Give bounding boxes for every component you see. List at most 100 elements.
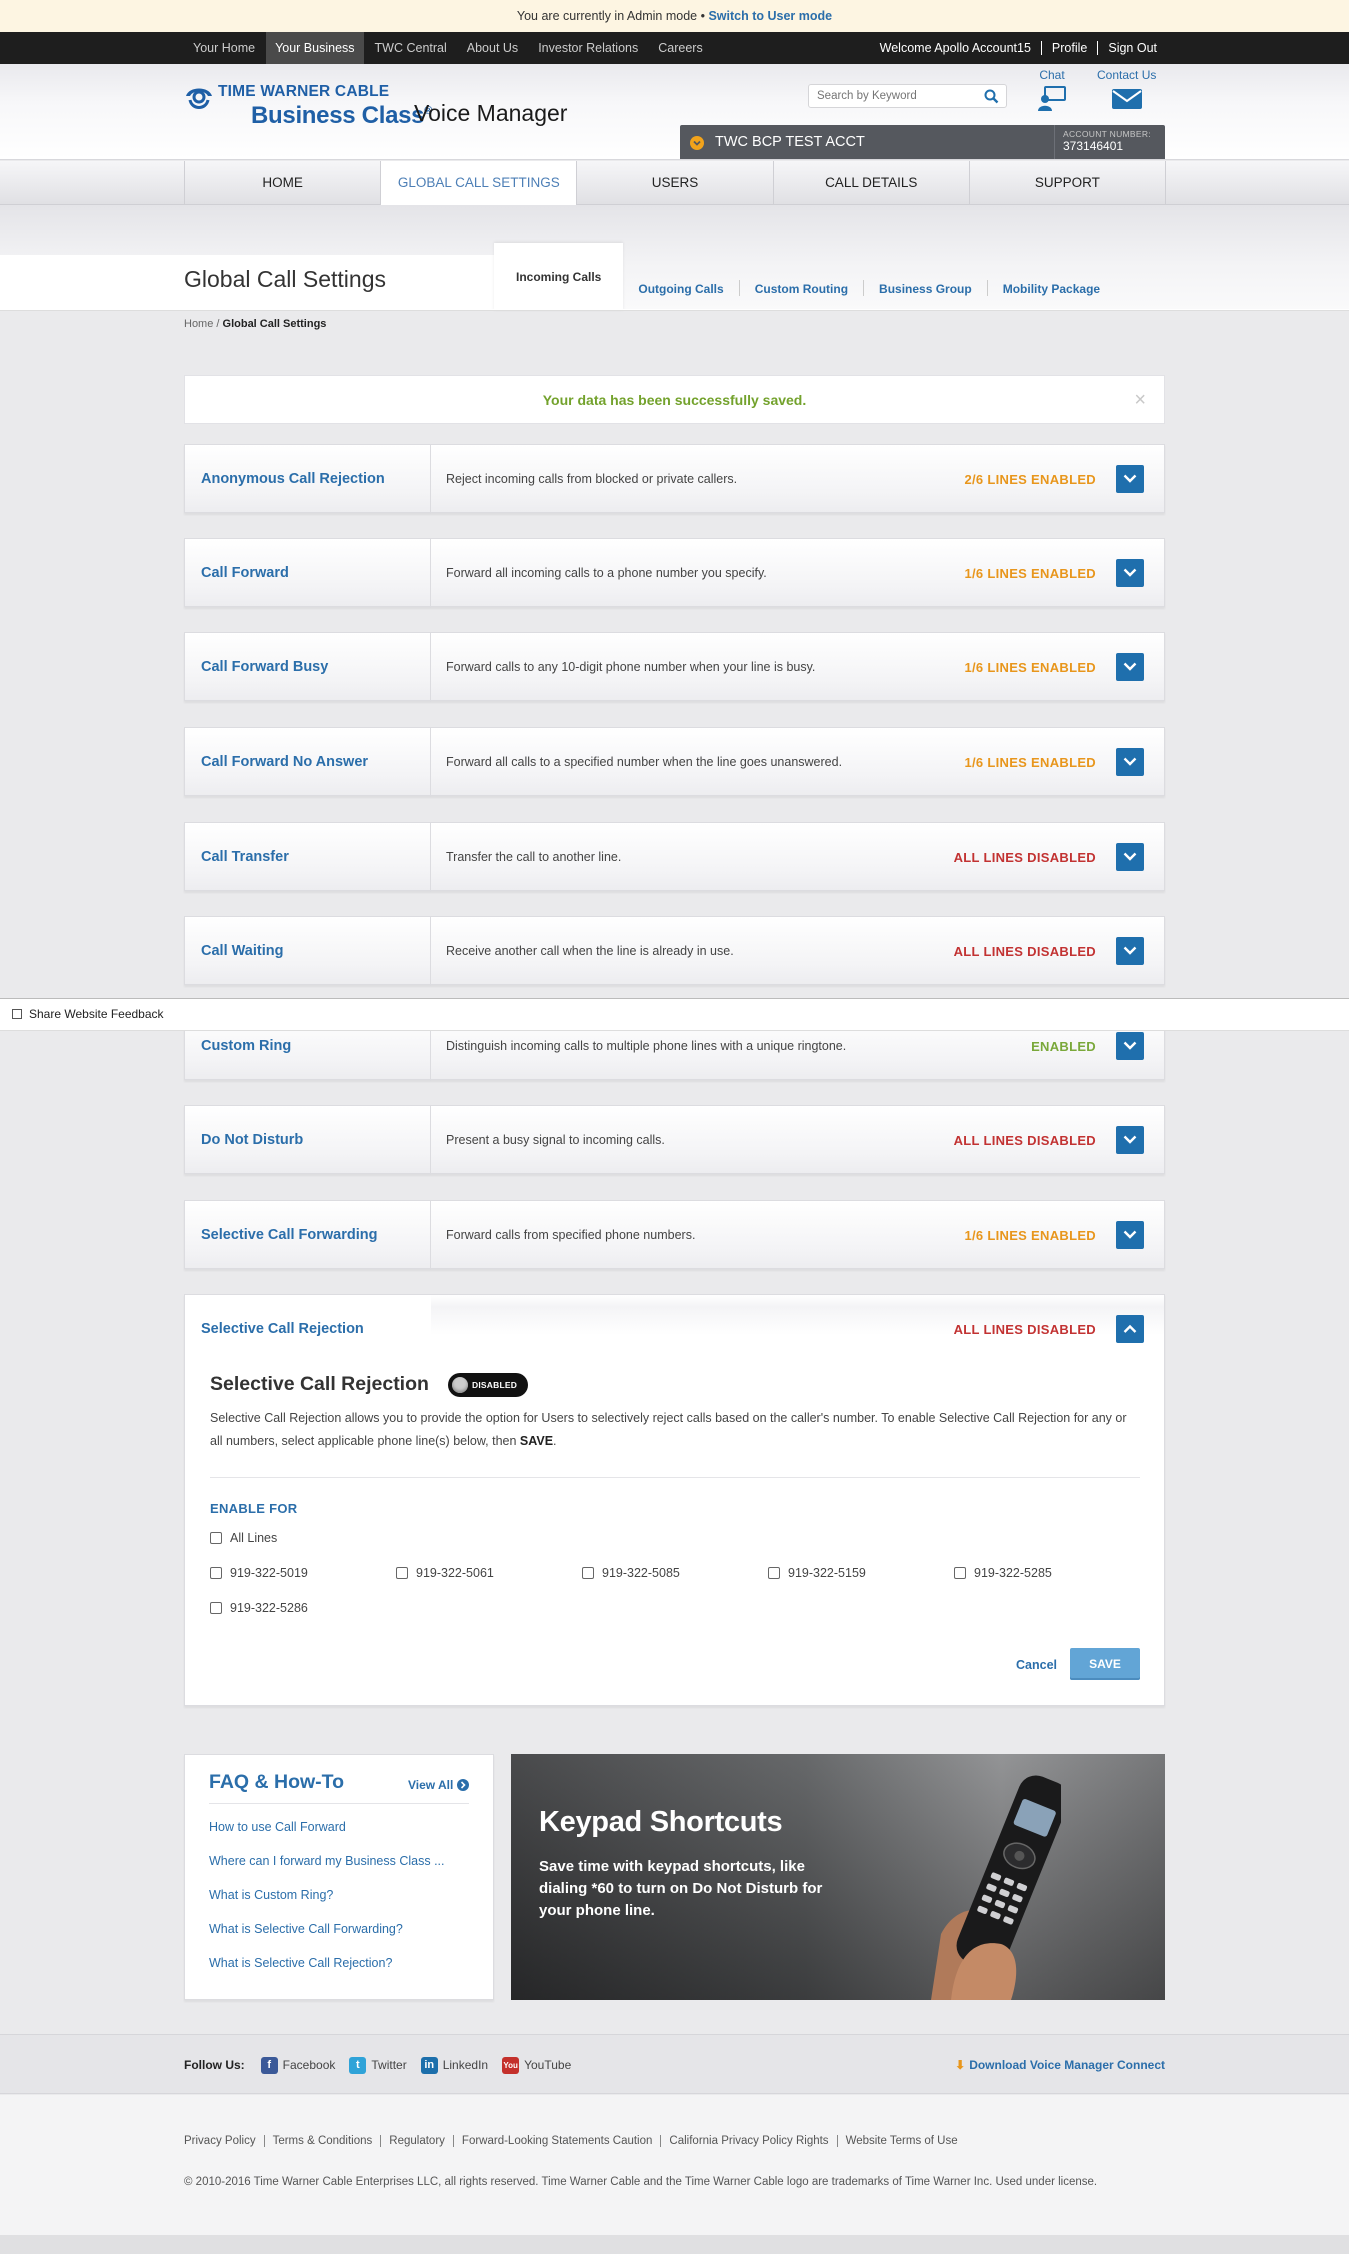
sign-out-link[interactable]: Sign Out <box>1108 41 1157 55</box>
top-nav-your-home[interactable]: Your Home <box>184 32 264 64</box>
footer-link-terms[interactable]: Terms & Conditions <box>273 2135 373 2147</box>
feature-row-call-forward-no-answer[interactable]: Call Forward No Answer Forward all calls… <box>184 727 1165 797</box>
facebook-link[interactable]: f Facebook <box>260 2056 335 2074</box>
top-nav-about-us[interactable]: About Us <box>458 32 527 64</box>
feature-name[interactable]: Call Forward No Answer <box>201 728 368 797</box>
expand-button[interactable] <box>1116 465 1144 493</box>
close-icon[interactable]: × <box>1134 376 1146 425</box>
expand-button[interactable] <box>1116 1032 1144 1060</box>
checkbox-box[interactable] <box>210 1602 222 1614</box>
feature-name[interactable]: Selective Call Rejection <box>201 1295 364 1364</box>
feature-row-call-waiting[interactable]: Call Waiting Receive another call when t… <box>184 916 1165 986</box>
faq-link[interactable]: What is Selective Call Forwarding? <box>209 1922 403 1936</box>
tab-custom-routing[interactable]: Custom Routing <box>740 265 863 311</box>
admin-mode-bar: You are currently in Admin mode • Switch… <box>0 0 1349 32</box>
checkbox-box[interactable] <box>582 1567 594 1579</box>
chat-link[interactable]: Chat <box>1037 68 1067 112</box>
feature-row-do-not-disturb[interactable]: Do Not Disturb Present a busy signal to … <box>184 1105 1165 1175</box>
feature-row-selective-call-forwarding[interactable]: Selective Call Forwarding Forward calls … <box>184 1200 1165 1270</box>
feature-row-call-forward[interactable]: Call Forward Forward all incoming calls … <box>184 538 1165 608</box>
main-nav-call-details[interactable]: CALL DETAILS <box>774 161 970 205</box>
main-nav-users[interactable]: USERS <box>577 161 774 205</box>
product-title: Voice Manager <box>414 100 568 126</box>
feature-name[interactable]: Selective Call Forwarding <box>201 1201 377 1270</box>
share-feedback-label[interactable]: Share Website Feedback <box>29 1007 164 1021</box>
tab-incoming-calls[interactable]: Incoming Calls <box>494 243 624 311</box>
linkedin-link[interactable]: in LinkedIn <box>420 2056 488 2074</box>
checkbox-box[interactable] <box>210 1532 222 1544</box>
panel-header[interactable]: Selective Call Rejection ALL LINES DISAB… <box>185 1295 1164 1364</box>
feature-name[interactable]: Do Not Disturb <box>201 1106 303 1175</box>
faq-link[interactable]: Where can I forward my Business Class ..… <box>209 1854 445 1868</box>
top-nav-careers[interactable]: Careers <box>649 32 711 64</box>
keypad-shortcuts-banner[interactable]: Keypad Shortcuts Save time with keypad s… <box>511 1754 1165 2000</box>
line-checkbox[interactable]: 919-322-5159 <box>768 1566 866 1580</box>
footer-link-california-privacy[interactable]: California Privacy Policy Rights <box>669 2135 828 2147</box>
twc-logo[interactable]: TIME WARNER CABLE Business Class® <box>184 84 432 128</box>
feature-name[interactable]: Call Waiting <box>201 917 283 986</box>
feature-row-anonymous-call-rejection[interactable]: Anonymous Call Rejection Reject incoming… <box>184 444 1165 514</box>
checkbox-box[interactable] <box>954 1567 966 1579</box>
all-lines-checkbox[interactable]: All Lines <box>210 1531 277 1545</box>
feature-name[interactable]: Call Transfer <box>201 823 289 892</box>
line-checkbox[interactable]: 919-322-5085 <box>582 1566 680 1580</box>
panel-description-text: Selective Call Rejection allows you to p… <box>210 1411 1127 1448</box>
line-checkbox[interactable]: 919-322-5285 <box>954 1566 1052 1580</box>
line-checkbox[interactable]: 919-322-5061 <box>396 1566 494 1580</box>
feature-row-call-transfer[interactable]: Call Transfer Transfer the call to anoth… <box>184 822 1165 892</box>
line-checkbox[interactable]: 919-322-5019 <box>210 1566 308 1580</box>
expand-button[interactable] <box>1116 1126 1144 1154</box>
expand-button[interactable] <box>1116 559 1144 587</box>
success-message: Your data has been successfully saved. <box>542 392 807 408</box>
youtube-link[interactable]: You YouTube <box>502 2056 571 2074</box>
download-voice-manager-connect-link[interactable]: ⬇ Download Voice Manager Connect <box>955 2035 1165 2095</box>
divider <box>380 2135 382 2147</box>
share-feedback-bar[interactable]: Share Website Feedback <box>0 998 1349 1031</box>
breadcrumb-home[interactable]: Home <box>184 318 213 330</box>
faq-link[interactable]: How to use Call Forward <box>209 1820 346 1834</box>
main-nav-support[interactable]: SUPPORT <box>970 161 1167 205</box>
checkbox-box[interactable] <box>396 1567 408 1579</box>
feature-row-call-forward-busy[interactable]: Call Forward Busy Forward calls to any 1… <box>184 632 1165 702</box>
expand-button[interactable] <box>1116 843 1144 871</box>
tab-business-group[interactable]: Business Group <box>864 265 987 311</box>
expand-button[interactable] <box>1116 748 1144 776</box>
footer-link-website-terms[interactable]: Website Terms of Use <box>846 2135 958 2147</box>
save-button[interactable]: SAVE <box>1070 1648 1140 1680</box>
divider <box>209 1803 469 1804</box>
main-nav-home[interactable]: HOME <box>185 161 382 205</box>
top-nav: Your Home Your Business TWC Central Abou… <box>0 32 1349 64</box>
tab-mobility-package[interactable]: Mobility Package <box>988 265 1115 311</box>
top-nav-twc-central[interactable]: TWC Central <box>366 32 456 64</box>
feature-description: Reject incoming calls from blocked or pr… <box>446 472 738 486</box>
feature-name[interactable]: Call Forward Busy <box>201 633 328 702</box>
chevron-down-icon[interactable] <box>690 136 704 150</box>
checkbox-box[interactable] <box>210 1567 222 1579</box>
search-input[interactable] <box>809 85 969 107</box>
faq-link[interactable]: What is Custom Ring? <box>209 1888 333 1902</box>
tab-outgoing-calls[interactable]: Outgoing Calls <box>623 265 738 311</box>
search-icon[interactable] <box>984 89 999 104</box>
checkbox-box[interactable] <box>768 1567 780 1579</box>
line-checkbox[interactable]: 919-322-5286 <box>210 1601 308 1615</box>
feature-toggle[interactable]: DISABLED <box>448 1373 528 1397</box>
footer-link-privacy-policy[interactable]: Privacy Policy <box>184 2135 256 2147</box>
profile-link[interactable]: Profile <box>1052 41 1087 55</box>
account-selector[interactable]: TWC BCP TEST ACCT ACCOUNT NUMBER: 373146… <box>680 125 1165 159</box>
contact-us-link[interactable]: Contact Us <box>1097 68 1156 110</box>
expand-button[interactable] <box>1116 937 1144 965</box>
cancel-button[interactable]: Cancel <box>1016 1658 1057 1672</box>
feature-name[interactable]: Anonymous Call Rejection <box>201 445 385 514</box>
footer-link-forward-looking[interactable]: Forward-Looking Statements Caution <box>462 2135 653 2147</box>
footer-link-regulatory[interactable]: Regulatory <box>389 2135 445 2147</box>
switch-to-user-mode-link[interactable]: Switch to User mode <box>708 9 832 23</box>
collapse-button[interactable] <box>1116 1315 1144 1343</box>
top-nav-investor-relations[interactable]: Investor Relations <box>529 32 647 64</box>
faq-link[interactable]: What is Selective Call Rejection? <box>209 1956 392 1970</box>
view-all-link[interactable]: View All <box>408 1778 470 1792</box>
twitter-link[interactable]: t Twitter <box>349 2056 407 2074</box>
top-nav-your-business[interactable]: Your Business <box>266 32 364 64</box>
expand-button[interactable] <box>1116 1221 1144 1249</box>
expand-button[interactable] <box>1116 653 1144 681</box>
feature-name[interactable]: Call Forward <box>201 539 289 608</box>
